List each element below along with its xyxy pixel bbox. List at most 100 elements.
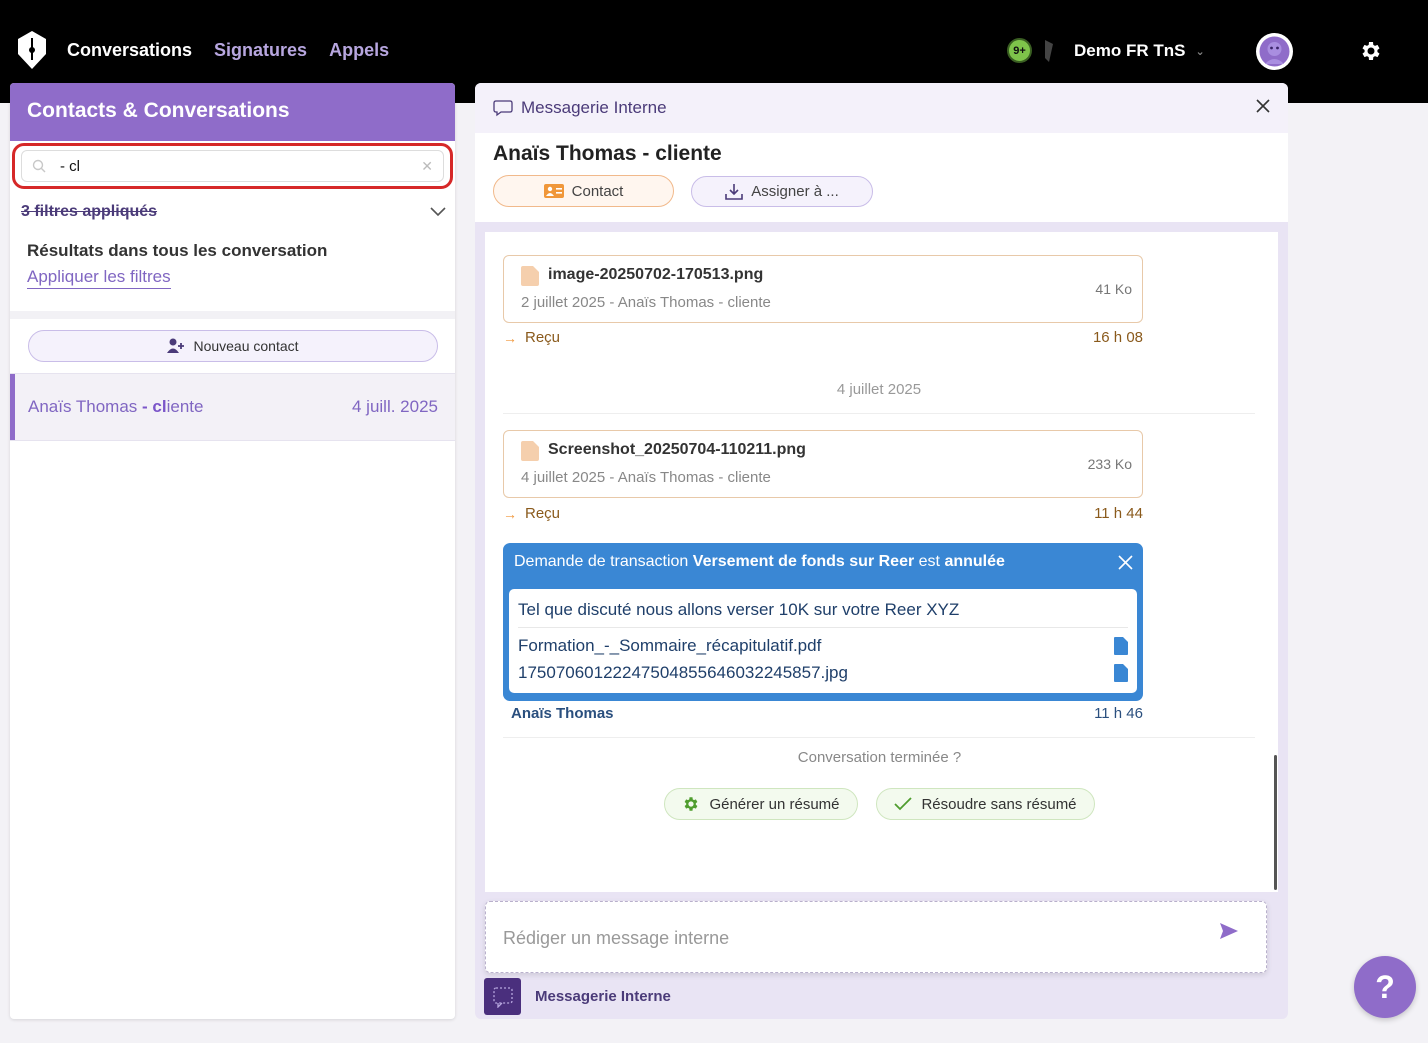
contact-name: Anaïs Thomas - cliente [493,142,722,165]
file-icon [1114,637,1128,655]
attachment-name: 1750706012224750485564603224585​7.jpg [518,663,848,682]
search-box: ✕ [21,150,444,182]
download-icon [725,183,744,200]
clear-search-icon[interactable]: ✕ [421,158,433,175]
channel-footer: Messagerie Interne [484,978,671,1015]
chevron-down-icon [430,207,446,217]
app-logo-icon[interactable] [16,30,48,70]
status-label: Reçu [525,329,561,346]
filters-applied-label: 3 filtres appliqués [21,203,158,220]
contact-card-icon [543,184,564,198]
transaction-attachment[interactable]: 1750706012224750485564603224585​7.jpg [518,663,1128,683]
settings-gear-icon[interactable] [1359,39,1383,63]
status-label: Reçu [525,505,561,522]
file-icon [521,266,539,286]
transaction-state: annulée [944,553,1005,570]
date-separator: 4 juillet 2025 [836,381,922,398]
file-size: 41 Ko [1095,281,1132,297]
attachment-name: Formation_-_Sommaire_récapitulatif.pdf [518,636,822,655]
phone-status-icon [1045,40,1053,62]
transaction-request-card[interactable]: Demande de transaction Versement de fond… [503,543,1143,701]
composer-placeholder: Rédiger un message interne [503,928,730,948]
transaction-attachment[interactable]: Formation_-_Sommaire_récapitulatif.pdf [518,636,1128,656]
contacts-panel-title: Contacts & Conversations [10,83,455,141]
nav-signatures[interactable]: Signatures [214,40,307,61]
message-time: 11 h 46 [1094,705,1143,722]
message-author: Anaïs Thomas [511,705,614,722]
name-suffix: iente [166,397,204,416]
message-time: 11 h 44 [1094,505,1143,522]
message-composer[interactable]: Rédiger un message interne [485,901,1267,973]
internal-channel-icon[interactable] [484,978,521,1015]
file-name: image-20250702-170513.png [548,266,764,283]
user-avatar[interactable] [1256,33,1293,70]
filters-toggle[interactable]: 3 filtres appliqués [21,203,446,221]
results-section: Résultats dans tous les conversation App… [27,241,327,289]
search-icon [32,159,46,173]
section-divider [10,311,455,319]
avatar-icon [1259,36,1290,67]
dashed-chat-icon [492,986,513,1008]
channel-label: Messagerie Interne [535,988,671,1005]
transaction-name: Versement de fonds sur Reer [692,553,915,570]
resolve-label: Résoudre sans résumé [921,795,1077,813]
assign-button[interactable]: Assigner à ... [691,176,873,207]
search-input[interactable] [60,157,422,175]
add-user-icon [167,338,185,353]
received-status: → Reçu [503,329,560,346]
new-contact-label: Nouveau contact [193,338,299,354]
transaction-title: Demande de transaction Versement de fond… [514,553,1005,571]
panel-title: Messagerie Interne [521,98,667,117]
file-name: Screenshot_20250704-110211.png [548,441,806,458]
generate-summary-button[interactable]: Générer un résumé [664,788,858,820]
file-icon [1114,664,1128,682]
received-status: → Reçu [503,505,560,522]
transaction-body: Tel que discuté nous allons verser 10K s… [509,589,1137,693]
contact-button-label: Contact [571,182,624,200]
arrow-right-icon: → [503,329,517,346]
message-status-row: → Reçu 11 h 44 [503,505,1143,522]
gear-icon [685,797,698,811]
thread-scrollbar[interactable] [1274,755,1277,890]
send-icon[interactable] [1219,922,1239,940]
chevron-down-icon: ⌄ [1195,45,1205,58]
conversation-date: 4 juill. 2025 [351,397,438,416]
notification-badge[interactable]: 9+ [1007,38,1032,63]
message-status-row: → Reçu 16 h 08 [503,329,1143,346]
divider [518,627,1128,628]
name-match-highlight: - cl [142,397,167,416]
main-nav: Conversations Signatures Appels [67,40,389,61]
contact-header: Anaïs Thomas - cliente Contact Assigner … [475,133,1288,222]
chat-bubble-icon [493,100,513,117]
conversation-list-item[interactable]: Anaïs Thomas - cliente 4 juill. 2025 [10,374,455,440]
account-switcher[interactable]: Demo FR TnS ⌄ [1074,41,1205,61]
arrow-right-icon: → [503,505,517,522]
file-meta: 2 juillet 2025 - Anaïs Thomas - cliente [521,294,771,311]
contact-button[interactable]: Contact [493,175,674,207]
close-icon[interactable] [1254,97,1272,115]
results-title: Résultats dans tous les conversation [27,241,328,260]
nav-appels[interactable]: Appels [329,40,389,61]
file-size: 233 Ko [1087,456,1132,472]
apply-filters-link[interactable]: Appliquer les filtres [27,267,171,289]
file-attachment-card[interactable]: Screenshot_20250704-110211.png 4 juillet… [503,430,1143,498]
assign-button-label: Assigner à ... [751,183,839,200]
divider [503,413,1255,414]
transaction-middle: est [914,553,945,570]
file-meta: 4 juillet 2025 - Anaïs Thomas - cliente [521,469,771,486]
close-icon[interactable] [1118,555,1133,570]
conversation-ended-question: Conversation terminée ? [797,749,962,766]
nav-conversations[interactable]: Conversations [67,40,192,61]
resolve-without-summary-button[interactable]: Résoudre sans résumé [876,788,1095,820]
new-contact-button[interactable]: Nouveau contact [28,330,438,362]
divider [503,737,1255,738]
conversation-panel: Messagerie Interne Anaïs Thomas - client… [475,83,1288,1019]
message-thread[interactable]: image-20250702-170513.png 2 juillet 2025… [485,232,1278,892]
search-highlight: ✕ [12,143,453,189]
message-time: 16 h 08 [1092,329,1143,346]
help-button[interactable]: ? [1354,956,1416,1018]
file-attachment-card[interactable]: image-20250702-170513.png 2 juillet 2025… [503,255,1143,323]
conversation-panel-header: Messagerie Interne [475,83,1288,133]
name-prefix: Anaïs Thomas [28,397,143,416]
conversation-name: Anaïs Thomas - cliente [28,397,203,417]
